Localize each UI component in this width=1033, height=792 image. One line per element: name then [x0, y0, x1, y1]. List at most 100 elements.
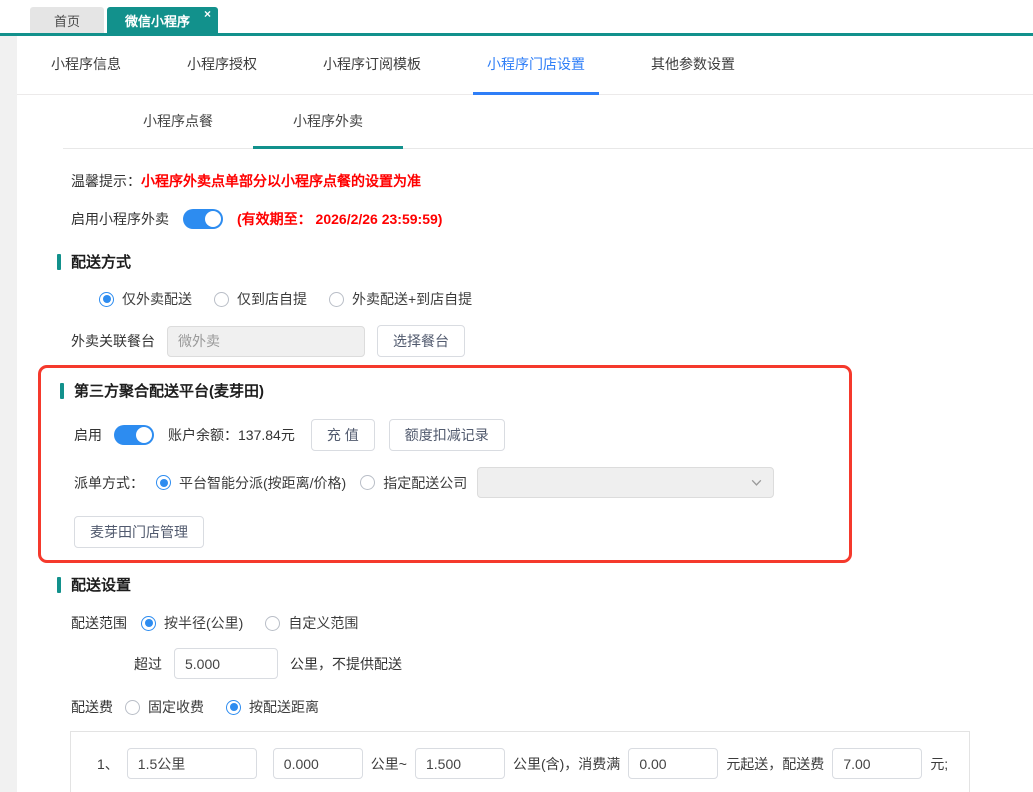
fee-tier-table: 1、 公里~ 公里(含)，消费满 元起送，配送费 元; 消费满 元，减配送费 元…: [70, 731, 970, 792]
radio-label[interactable]: 按半径(公里): [164, 613, 243, 633]
radio-label[interactable]: 指定配送公司: [383, 473, 467, 493]
enable-takeout-toggle[interactable]: [183, 209, 223, 229]
main-tab-bar: 小程序信息 小程序授权 小程序订阅模板 小程序门店设置 其他参数设置: [17, 36, 1033, 95]
close-icon[interactable]: ×: [204, 8, 211, 20]
section-accent-bar: [60, 382, 64, 399]
radio-label[interactable]: 外卖配送+到店自提: [352, 289, 472, 309]
chevron-down-icon: [750, 476, 763, 489]
tab-store-settings[interactable]: 小程序门店设置: [473, 36, 599, 95]
subtab-label: 小程序外卖: [293, 112, 363, 129]
tab-miniprogram-info[interactable]: 小程序信息: [37, 36, 135, 95]
tab-label: 小程序信息: [51, 56, 121, 72]
section-title-text: 配送设置: [71, 577, 132, 594]
range-label: 配送范围: [71, 615, 127, 631]
exceed-label: 超过: [134, 655, 162, 672]
third-party-enable-row: 启用 账户余额： 137.84元 充 值 额度扣减记录: [74, 419, 849, 451]
tier-min-consume-input[interactable]: [628, 748, 719, 779]
enable-takeout-row: 启用小程序外卖 (有效期至： 2026/2/26 23:59:59): [71, 207, 1033, 231]
third-party-enable-toggle[interactable]: [114, 425, 154, 445]
store-manage-row: 麦芽田门店管理: [74, 516, 849, 548]
radio-custom-range[interactable]: [265, 615, 281, 631]
section-accent-bar: [57, 253, 61, 270]
tier-from-input[interactable]: [272, 748, 363, 779]
window-tab-current-label: 微信小程序: [125, 13, 191, 29]
notice-text: 小程序外卖点单部分以小程序点餐的设置为准: [141, 173, 421, 189]
radio-delivery-only[interactable]: [99, 291, 114, 307]
deduction-record-button[interactable]: 额度扣减记录: [388, 419, 505, 451]
tab-label: 小程序门店设置: [487, 56, 585, 72]
table-link-label: 外卖关联餐台: [71, 333, 155, 349]
third-party-delivery-highlight-box: 第三方聚合配送平台(麦芽田) 启用 账户余额： 137.84元 充 值 额度扣减…: [38, 365, 852, 563]
third-party-enable-label: 启用: [74, 427, 102, 443]
radio-fixed-fee[interactable]: [125, 699, 140, 715]
fee-label: 配送费: [71, 699, 113, 715]
sub-tab-bar: 小程序点餐 小程序外卖: [63, 95, 1033, 149]
radio-by-radius[interactable]: [141, 615, 156, 631]
fee-tier-row: 1、 公里~ 公里(含)，消费满 元起送，配送费 元;: [89, 748, 969, 779]
miniprogram-settings-page: 首页 微信小程序 × 小程序信息 小程序授权 小程序订阅模板 小程序门店设置 其…: [0, 0, 1033, 792]
radio-label[interactable]: 固定收费: [148, 697, 204, 717]
tab-label: 其他参数设置: [651, 56, 735, 72]
radio-pickup-only[interactable]: [214, 291, 229, 307]
dispatch-method-row: 派单方式： 平台智能分派(按距离/价格) 指定配送公司: [74, 467, 849, 498]
radio-smart-dispatch[interactable]: [156, 475, 171, 490]
delivery-fee-row: 配送费 固定收费 按配送距离: [71, 697, 1033, 717]
window-tab-bar: 首页 微信小程序 ×: [0, 0, 1033, 33]
radio-by-distance[interactable]: [226, 699, 241, 715]
radio-delivery-and-pickup[interactable]: [329, 291, 344, 307]
tab-label: 小程序订阅模板: [323, 56, 421, 72]
window-tab-home[interactable]: 首页: [30, 7, 104, 33]
takeout-table-link-row: 外卖关联餐台 选择餐台: [71, 325, 1033, 357]
notice-label: 温馨提示：: [71, 173, 141, 189]
tab-miniprogram-auth[interactable]: 小程序授权: [173, 36, 271, 95]
fee-suffix: 元;: [930, 755, 949, 772]
window-tab-home-label: 首页: [53, 13, 80, 29]
delivery-method-section-title: 配送方式: [57, 251, 1033, 272]
section-title-text: 配送方式: [71, 254, 132, 271]
tab-other-params[interactable]: 其他参数设置: [637, 36, 749, 95]
validity-text: (有效期至： 2026/2/26 23:59:59): [237, 211, 443, 227]
radio-label[interactable]: 按配送距离: [249, 697, 319, 717]
recharge-button[interactable]: 充 值: [310, 419, 375, 451]
tier-fee-input[interactable]: [832, 748, 923, 779]
window-tab-weixin-miniprogram[interactable]: 微信小程序 ×: [107, 7, 219, 33]
delivery-range-row: 配送范围 按半径(公里) 自定义范围: [71, 613, 1033, 633]
subtab-label: 小程序点餐: [143, 112, 213, 129]
subtab-takeout[interactable]: 小程序外卖: [253, 95, 403, 149]
notice-row: 温馨提示： 小程序外卖点单部分以小程序点餐的设置为准: [71, 171, 1033, 191]
tab-subscribe-template[interactable]: 小程序订阅模板: [309, 36, 435, 95]
section-title-text: 第三方聚合配送平台(麦芽田): [74, 383, 264, 400]
exceed-distance-row: 超过 公里，不提供配送: [134, 648, 1033, 679]
radio-assign-company[interactable]: [360, 475, 376, 490]
table-link-input[interactable]: [167, 325, 365, 357]
toggle-knob: [136, 427, 152, 443]
row-index: 1、: [97, 755, 119, 772]
tier-name-input[interactable]: [126, 748, 257, 779]
balance-value: 137.84元: [238, 427, 295, 443]
radio-label[interactable]: 自定义范围: [288, 613, 358, 633]
dispatch-method-label: 派单方式：: [74, 474, 144, 491]
delivery-method-options: 仅外卖配送 仅到店自提 外卖配送+到店自提: [99, 289, 1033, 309]
subtab-dine-in-order[interactable]: 小程序点餐: [103, 95, 253, 149]
third-party-section-title: 第三方聚合配送平台(麦芽田): [60, 380, 849, 401]
maiyatian-store-manage-button[interactable]: 麦芽田门店管理: [74, 516, 204, 548]
enable-takeout-label: 启用小程序外卖: [71, 211, 169, 227]
radio-label[interactable]: 平台智能分派(按距离/价格): [179, 473, 346, 493]
left-gutter: [0, 36, 17, 792]
radio-label[interactable]: 仅外卖配送: [122, 289, 192, 309]
section-accent-bar: [57, 576, 61, 593]
tab-label: 小程序授权: [187, 56, 257, 72]
tier-to-input[interactable]: [414, 748, 505, 779]
radio-label[interactable]: 仅到店自提: [237, 289, 307, 309]
choose-table-button[interactable]: 选择餐台: [377, 325, 465, 357]
balance-label: 账户余额：: [168, 427, 238, 443]
exceed-distance-input[interactable]: [174, 648, 278, 679]
exceed-suffix: 公里，不提供配送: [290, 655, 402, 672]
min-suffix: 元起送，配送费: [726, 755, 825, 772]
to-suffix: 公里(含)，消费满: [512, 755, 621, 772]
toggle-knob: [205, 211, 221, 227]
delivery-settings-section-title: 配送设置: [57, 574, 1033, 595]
from-suffix: 公里~: [370, 755, 407, 772]
delivery-company-select[interactable]: [477, 467, 775, 498]
content-panel: 小程序信息 小程序授权 小程序订阅模板 小程序门店设置 其他参数设置 小程序点餐…: [17, 36, 1033, 792]
